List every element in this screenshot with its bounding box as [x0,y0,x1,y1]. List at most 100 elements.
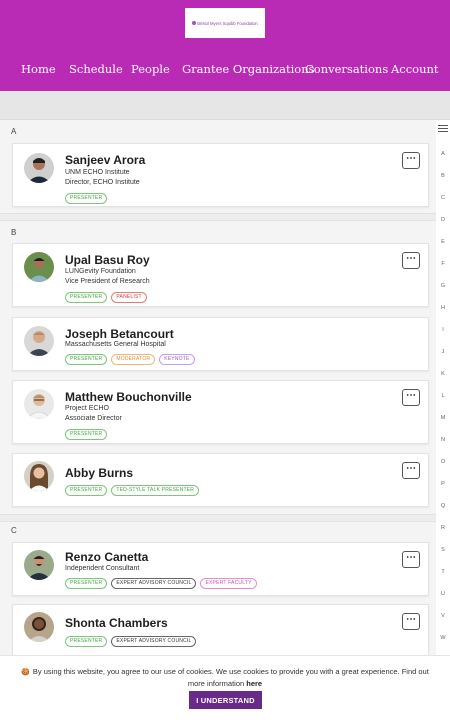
tag-presenter: Presenter [65,193,108,204]
person-organization: UNM ECHO Institute [65,169,130,176]
more-options-button[interactable]: ⋯ [402,152,420,169]
nav-home[interactable]: Home [21,61,56,77]
tag-list: Presenter Ted-Style Talk Presenter [65,485,200,496]
index-letter[interactable]: T [436,569,450,575]
index-letter[interactable]: G [436,283,450,289]
person-organization: Independent Consultant [65,565,140,572]
person-name[interactable]: Renzo Canetta [65,550,148,564]
tag-presenter: Presenter [65,485,108,496]
index-letter[interactable]: E [436,239,450,245]
index-letter[interactable]: U [436,591,450,597]
more-options-button[interactable]: ⋯ [402,462,420,479]
tag-expert-faculty: Expert Faculty [200,578,257,589]
person-name[interactable]: Sanjeev Arora [65,153,145,167]
person-role: Associate Director [65,415,122,422]
tag-presenter: Presenter [65,292,108,303]
person-card[interactable]: Abby Burns Presenter Ted-Style Talk Pres… [12,453,429,507]
index-letter[interactable]: W [436,635,450,641]
index-letter[interactable]: R [436,525,450,531]
more-options-button[interactable]: ⋯ [402,389,420,406]
foundation-logo[interactable]: Bristol Myers Squibb Foundation [185,8,265,38]
section-letter-a: A [11,127,17,136]
avatar [24,461,54,491]
people-list[interactable]: A Sanjeev Arora UNM ECHO Institute Direc… [0,120,436,720]
nav-account[interactable]: Account [391,61,439,77]
tag-list: Presenter [65,429,108,440]
index-letter[interactable]: D [436,217,450,223]
person-role: Vice President of Research [65,278,150,285]
index-letter[interactable]: S [436,547,450,553]
index-letter[interactable]: J [436,349,450,355]
index-letter[interactable]: V [436,613,450,619]
index-letter[interactable]: L [436,393,450,399]
avatar [24,389,54,419]
person-name[interactable]: Shonta Chambers [65,616,168,630]
cookie-banner: 🍪 By using this website, you agree to our… [0,655,450,720]
logo-mark-icon [192,21,197,25]
index-letter[interactable]: I [436,327,450,333]
section-letter-c: C [11,526,17,535]
more-options-button[interactable]: ⋯ [402,613,420,630]
tag-list: Presenter Panelist [65,292,147,303]
index-letter[interactable]: H [436,305,450,311]
person-organization: LUNGevity Foundation [65,268,136,275]
nav-grantee-organizations[interactable]: Grantee Organizations [182,61,315,77]
person-card[interactable]: Upal Basu Roy LUNGevity Foundation Vice … [12,243,429,307]
section-letter-b: B [11,228,17,237]
index-letter[interactable]: B [436,173,450,179]
main-nav: Home Schedule People Grantee Organizatio… [0,61,450,77]
person-card[interactable]: Matthew Bouchonville Project ECHO Associ… [12,380,429,444]
index-letter[interactable]: P [436,481,450,487]
index-letter[interactable]: K [436,371,450,377]
tag-presenter: Presenter [65,354,108,365]
avatar [24,550,54,580]
nav-conversations[interactable]: Conversations [305,61,388,77]
person-card[interactable]: Renzo Canetta Independent Consultant Pre… [12,542,429,596]
cookie-more-info-link[interactable]: here [246,679,262,688]
nav-schedule[interactable]: Schedule [69,61,123,77]
tag-moderator: Moderator [111,354,156,365]
person-card[interactable]: Shonta Chambers Presenter Expert Advisor… [12,604,429,660]
tag-presenter: Presenter [65,429,108,440]
index-letter[interactable]: F [436,261,450,267]
index-letter[interactable]: N [436,437,450,443]
avatar [24,252,54,282]
person-name[interactable]: Joseph Betancourt [65,327,174,341]
person-organization: Project ECHO [65,405,109,412]
top-header: Bristol Myers Squibb Foundation Home Sch… [0,0,450,91]
index-letter[interactable]: A [436,151,450,157]
person-name[interactable]: Matthew Bouchonville [65,390,192,404]
accept-cookies-button[interactable]: I UNDERSTAND [189,691,262,709]
tag-list: Presenter Expert Advisory Council Expert… [65,578,257,589]
tag-list: Presenter Expert Advisory Council [65,636,197,647]
index-letter[interactable]: C [436,195,450,201]
person-card[interactable]: Joseph Betancourt Massachusetts General … [12,317,429,371]
tag-list: Presenter Moderator Keynote [65,354,195,365]
person-card[interactable]: Sanjeev Arora UNM ECHO Institute Directo… [12,143,429,207]
more-options-button[interactable]: ⋯ [402,252,420,269]
index-letter[interactable]: Q [436,503,450,509]
person-role: Director, ECHO Institute [65,179,140,186]
cookie-text: By using this website, you agree to our … [32,667,429,688]
person-name[interactable]: Abby Burns [65,466,133,480]
nav-people[interactable]: People [131,61,170,77]
tag-expert-advisory-council: Expert Advisory Council [111,578,197,589]
cookie-icon: 🍪 [21,669,30,676]
more-options-button[interactable]: ⋯ [402,551,420,568]
avatar [24,326,54,356]
tag-presenter: Presenter [65,578,108,589]
cookie-message: 🍪 By using this website, you agree to our… [14,667,436,689]
section-divider [0,213,436,221]
tag-presenter: Presenter [65,636,108,647]
avatar [24,153,54,183]
index-letter[interactable]: M [436,415,450,421]
list-icon[interactable] [438,125,448,133]
person-organization: Massachusetts General Hospital [65,341,166,348]
index-letter[interactable]: O [436,459,450,465]
person-name[interactable]: Upal Basu Roy [65,253,150,267]
tag-list: Presenter [65,193,108,204]
tag-expert-advisory-council: Expert Advisory Council [111,636,197,647]
avatar [24,612,54,642]
logo-text: Bristol Myers Squibb Foundation [197,20,258,26]
alphabet-index: A B C D E F G H I J K L M N O P Q R S T … [436,120,450,720]
